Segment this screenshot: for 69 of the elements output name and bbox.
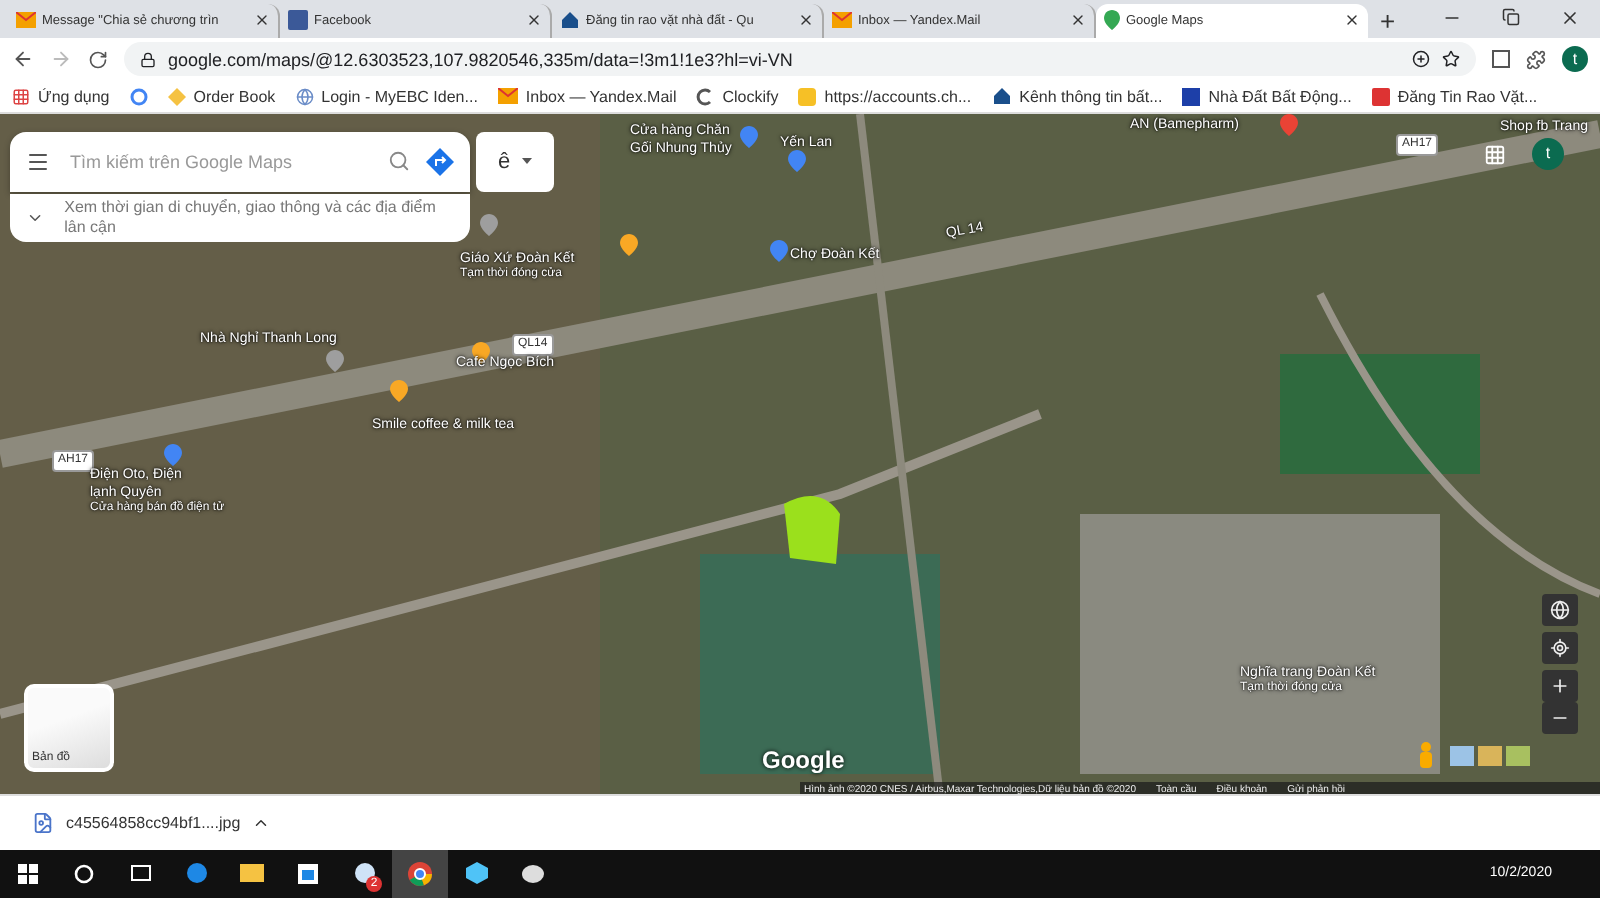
zoom-out-button[interactable] (1542, 701, 1578, 734)
plus-icon (1550, 675, 1570, 696)
layer-thumbnails-icon[interactable] (1450, 745, 1534, 766)
bookmark-link[interactable]: Inbox — Yandex.Mail (497, 87, 677, 106)
close-icon[interactable] (1344, 12, 1360, 29)
diamond-icon (167, 87, 186, 106)
add-circle-icon[interactable] (1412, 50, 1430, 69)
search-box[interactable]: Tìm kiếm trên Google Maps (10, 131, 470, 192)
bookmark-icon (1371, 87, 1390, 106)
restore-icon[interactable] (1502, 8, 1520, 27)
bookmark-link[interactable]: Order Book (167, 87, 276, 106)
task-view-icon[interactable] (129, 864, 151, 883)
new-tab-button[interactable]: + (1368, 3, 1408, 38)
globe-icon (1550, 599, 1570, 620)
bookmark-link[interactable]: Clockify (696, 87, 779, 106)
envelope-icon (497, 88, 518, 105)
bookmark-link[interactable]: Kênh thông tin bất... (991, 86, 1163, 107)
house-icon (991, 86, 1012, 107)
facebook-icon (288, 10, 308, 31)
extensions-icon[interactable] (1526, 49, 1546, 70)
globe-button[interactable] (1542, 593, 1578, 626)
map-pin-icon[interactable] (390, 379, 408, 402)
apps-icon (12, 87, 30, 106)
bookmark-icon (1182, 87, 1201, 106)
map-pin-icon[interactable] (620, 233, 638, 256)
bookmark-icon (798, 87, 817, 106)
menu-icon[interactable] (26, 149, 50, 174)
hint-text: Xem thời gian di chuyển, giao thông và các địa điểm lân cận (64, 197, 438, 238)
store-icon[interactable] (298, 863, 318, 884)
bookmark-link[interactable]: https://accounts.ch... (798, 87, 972, 106)
map-pin-icon[interactable] (1280, 113, 1298, 136)
envelope-icon (832, 12, 852, 29)
close-icon[interactable] (526, 12, 542, 29)
directions-icon[interactable] (426, 147, 454, 176)
bookmark-link[interactable]: Ứng dụng (12, 87, 110, 106)
close-icon[interactable] (1070, 12, 1086, 29)
chrome-icon (408, 861, 432, 886)
folder-icon[interactable] (240, 864, 264, 883)
language-button[interactable]: ê (476, 131, 554, 192)
search-icon[interactable] (74, 863, 94, 884)
file-icon (32, 812, 54, 835)
lock-icon (140, 51, 156, 68)
envelope-icon (16, 12, 36, 29)
close-icon[interactable] (798, 12, 814, 29)
close-icon[interactable] (1560, 8, 1580, 29)
map-pin-icon (1104, 10, 1120, 31)
locate-icon (1550, 637, 1570, 658)
house-icon (560, 10, 580, 31)
caret-icon (522, 158, 533, 165)
url-text: google.com/maps/@12.6303523,107.9820546,335m/data=!3m1!1e3?hl=vi-VN (168, 49, 795, 70)
app-icon[interactable] (353, 862, 375, 885)
globe-icon (295, 87, 314, 106)
google-logo: Google (762, 745, 845, 774)
bookmark-link[interactable]: Nhà Đất Bất Động... (1182, 87, 1352, 106)
close-icon[interactable] (254, 12, 270, 29)
apps-icon[interactable] (1484, 143, 1506, 166)
reload-icon[interactable] (88, 49, 108, 70)
zoom-in-button[interactable] (1542, 669, 1578, 702)
bookmark-link[interactable]: Đăng Tin Rao Vặt... (1371, 87, 1538, 106)
profile-avatar[interactable]: t (1562, 46, 1588, 73)
hint-panel[interactable]: Xem thời gian di chuyển, giao thông và các địa điểm lân cận (10, 193, 470, 242)
bookmark-link[interactable]: Login - MyEBC Iden... (295, 87, 478, 106)
windows-start-icon[interactable] (18, 863, 38, 884)
locate-button[interactable] (1542, 631, 1578, 664)
back-icon[interactable] (12, 48, 34, 71)
star-icon[interactable] (1442, 50, 1460, 69)
download-item[interactable]: c45564858cc94bf1....jpg (20, 812, 283, 835)
taskbar-active-button[interactable] (392, 849, 448, 898)
address-bar[interactable]: google.com/maps/@12.6303523,107.9820546,335m/data=!3m1!1e3?hl=vi-VN (124, 42, 1476, 77)
